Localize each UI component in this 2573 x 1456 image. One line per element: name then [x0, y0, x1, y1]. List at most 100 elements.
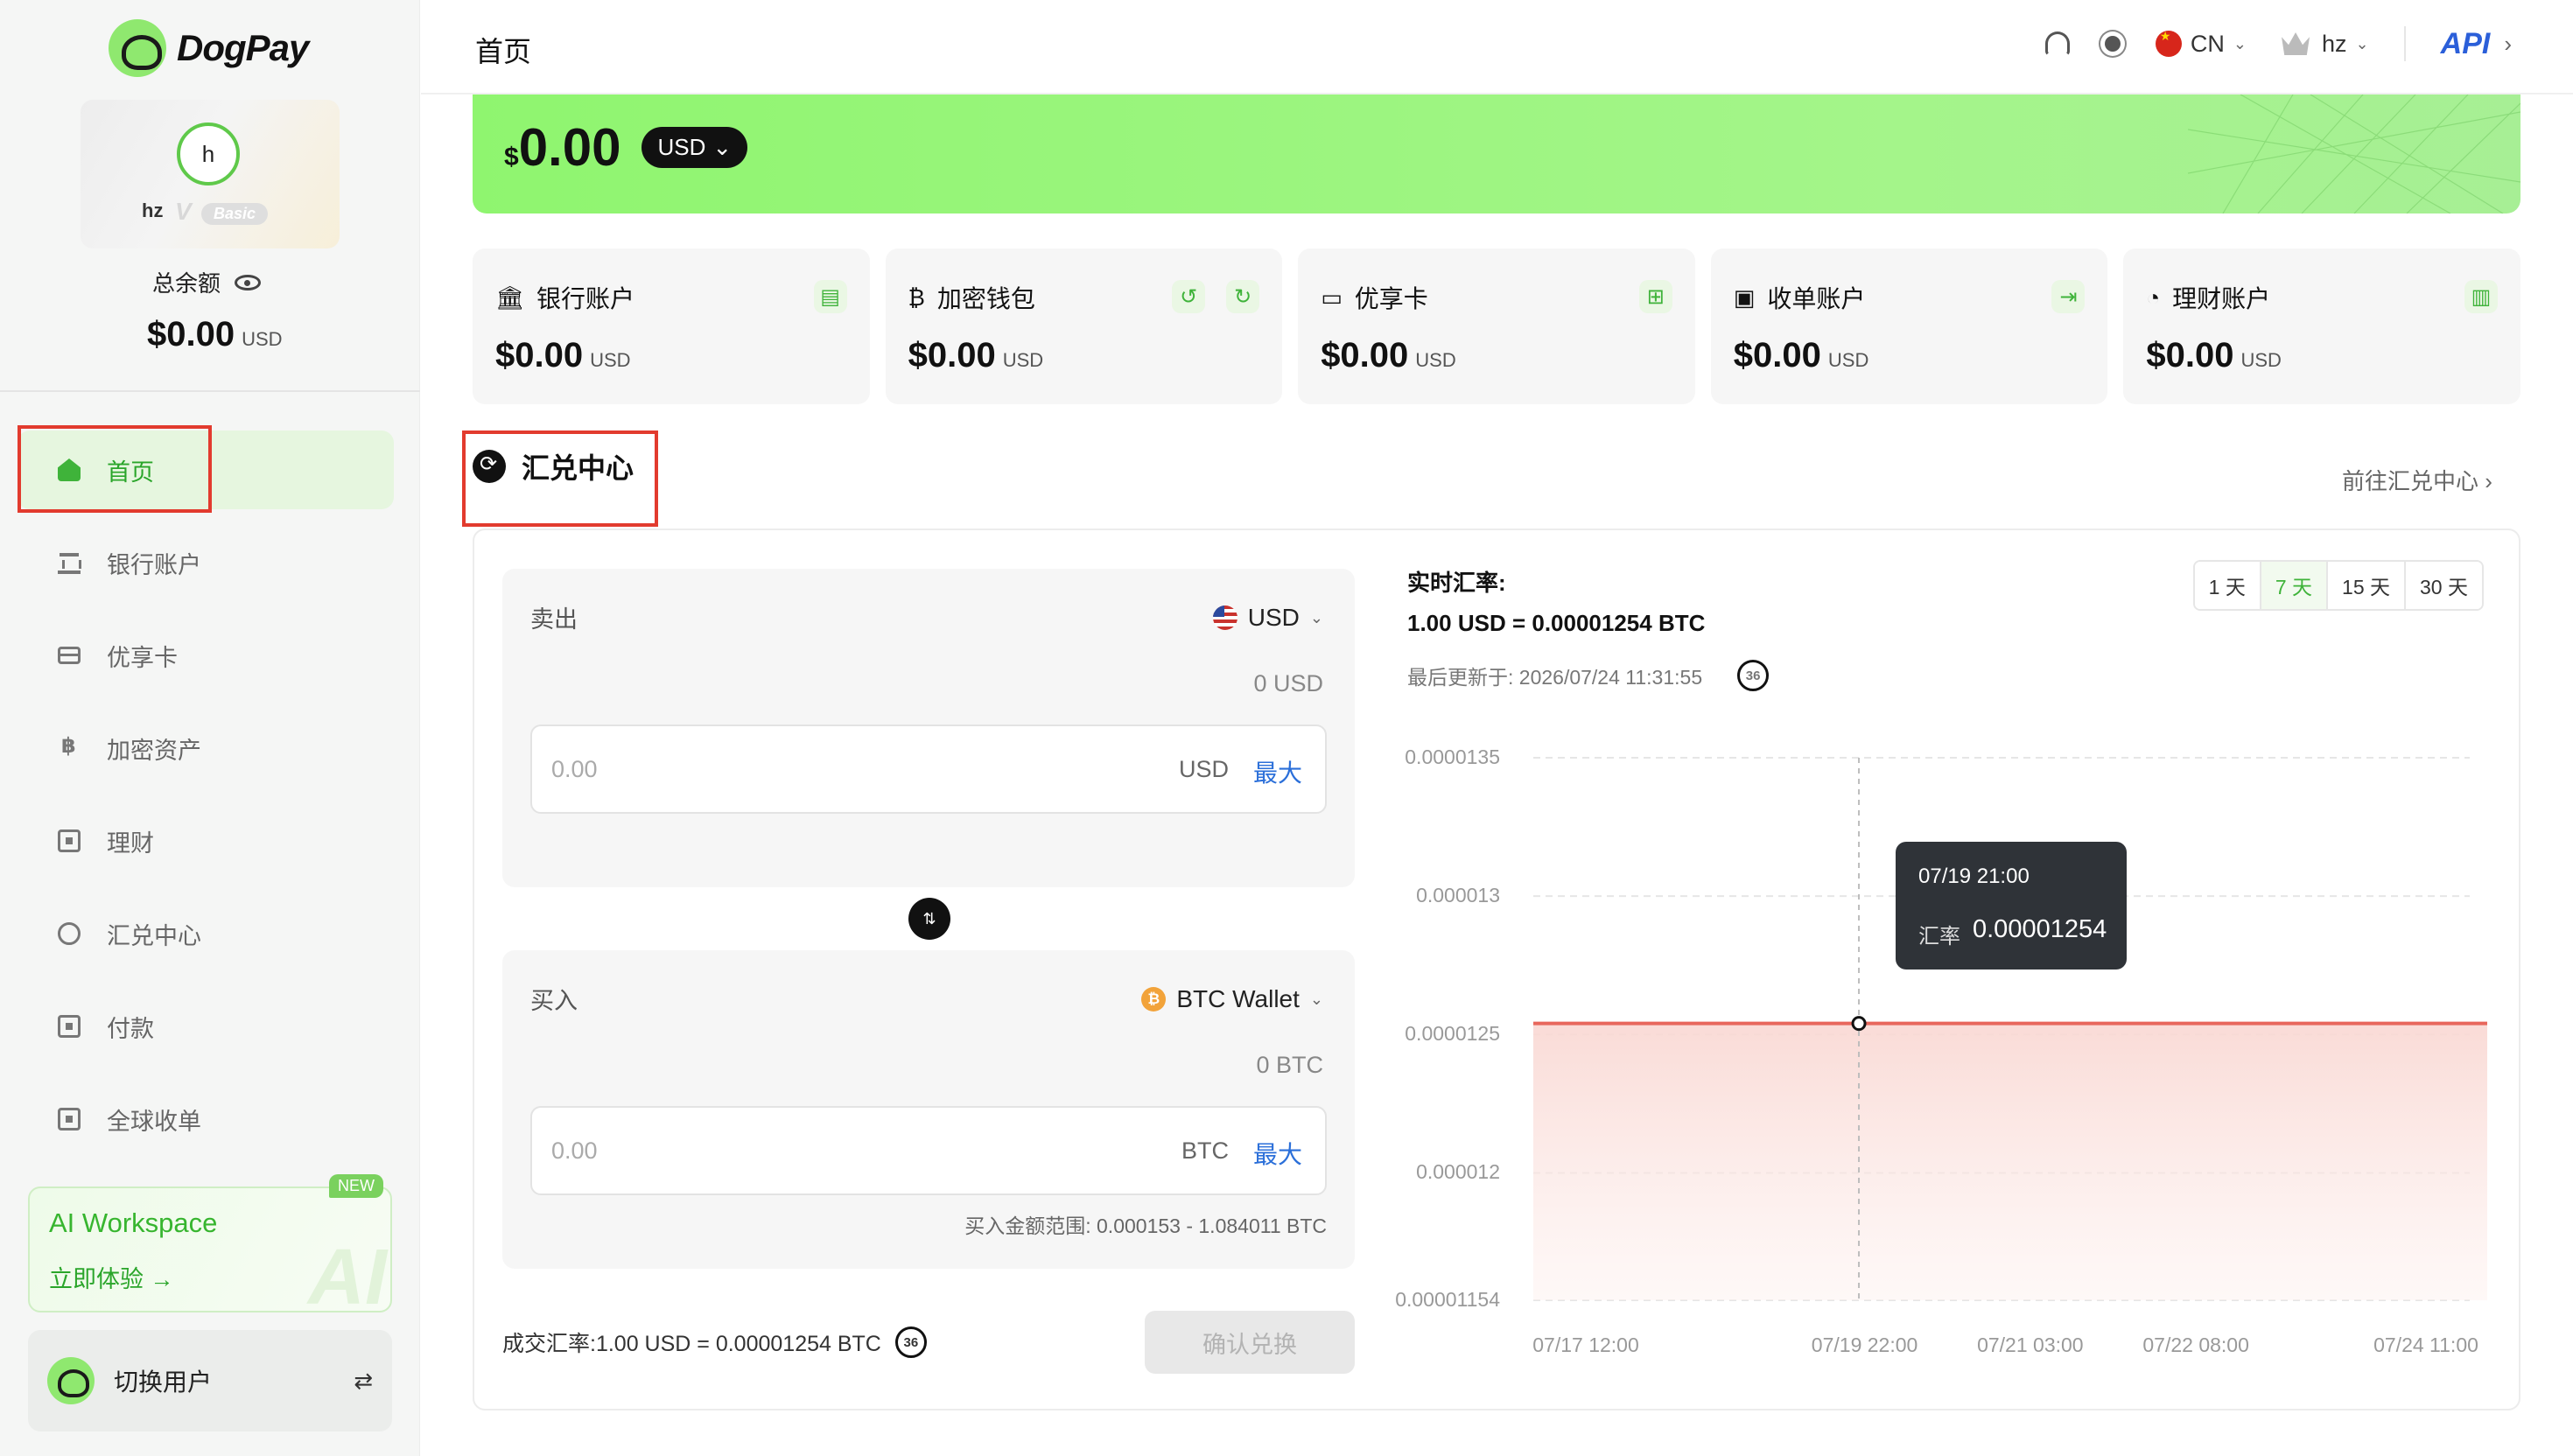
amount-value: $0.00 — [908, 336, 996, 374]
account-card-label: 优享卡 — [1354, 285, 1428, 312]
chart-icon[interactable]: ▥ — [2464, 280, 2498, 313]
account-card-amount: $0.00 USD — [495, 336, 631, 375]
acquiring-icon — [58, 1108, 81, 1130]
card-icon — [58, 647, 81, 664]
chevron-down-icon: ⌄ — [1309, 990, 1323, 1008]
eye-icon[interactable] — [235, 274, 262, 290]
sell-amount-input[interactable]: 0.00 USD 最大 — [530, 724, 1327, 814]
goto-exchange-link[interactable]: 前往汇兑中心 › — [2342, 464, 2492, 496]
x-tick-label: 07/24 11:00 — [2373, 1334, 2478, 1356]
x-tick-label: 07/19 22:00 — [1811, 1334, 1918, 1356]
buy-currency-selector[interactable]: ₿ BTC Wallet ⌄ — [1141, 985, 1323, 1013]
x-tick-label: 07/17 12:00 — [1532, 1334, 1639, 1356]
language-selector[interactable]: CN ⌄ — [2155, 29, 2247, 58]
buy-max-button[interactable]: 最大 — [1253, 1136, 1302, 1171]
chart-area — [1533, 1023, 2487, 1300]
sidebar-item-label: 汇兑中心 — [107, 922, 201, 949]
y-tick-label: 0.0000125 — [1405, 1022, 1500, 1046]
sidebar: DogPay h hz V Basic 总余额 $0.00 USD 首页 银行账… — [0, 0, 420, 1456]
ai-workspace-card[interactable]: AI Workspace 立即体验 → AI — [28, 1186, 392, 1312]
header-actions: CN ⌄ hz ⌄ API › — [2044, 26, 2512, 61]
sidebar-nav: 首页 银行账户 优享卡 加密资产 理财 汇兑中心 付款 全球收单 — [18, 430, 394, 1172]
deal-rate: 成交汇率:1.00 USD = 0.00001254 BTC 36 — [502, 1326, 927, 1358]
tab-1-day[interactable]: 1 天 — [2194, 562, 2261, 609]
sidebar-item-bank-account[interactable]: 银行账户 — [18, 523, 394, 602]
account-card-finance[interactable]: ◔ 理财账户 ▥ $0.00 USD — [2123, 248, 2520, 404]
sidebar-item-crypto[interactable]: 加密资产 — [18, 709, 394, 788]
rate-chart[interactable]: 0.0000135 0.000013 0.0000125 0.000012 0.0000… — [1395, 740, 2487, 1388]
logo[interactable]: DogPay — [109, 19, 309, 77]
switch-user-button[interactable]: 切换用户 ⇄ — [28, 1330, 392, 1432]
refresh-icon[interactable]: ↻ — [1226, 280, 1260, 313]
payment-icon — [58, 1015, 81, 1038]
sell-max-button[interactable]: 最大 — [1253, 754, 1302, 789]
total-balance-currency: USD — [242, 328, 283, 350]
sidebar-item-exchange[interactable]: 汇兑中心 — [18, 894, 394, 973]
total-balance-label: 总余额 — [152, 266, 262, 298]
bitcoin-icon — [58, 733, 81, 760]
hero-amount: $0.00 USD ⌄ — [504, 117, 748, 178]
sidebar-item-label: 理财 — [107, 830, 154, 857]
profile-card[interactable]: h hz V Basic — [81, 100, 340, 248]
brand-name: DogPay — [177, 27, 309, 68]
sidebar-item-payment[interactable]: 付款 — [18, 987, 394, 1066]
user-menu[interactable]: hz ⌄ — [2282, 31, 2369, 58]
currency-selector[interactable]: USD ⌄ — [641, 127, 748, 168]
transfer-in-icon[interactable]: ⇥ — [2051, 280, 2086, 313]
sidebar-divider — [0, 390, 420, 392]
sidebar-item-card[interactable]: 优享卡 — [18, 616, 394, 695]
highlight-home-nav — [18, 425, 212, 513]
tab-30-days[interactable]: 30 天 — [2406, 562, 2482, 609]
bank-icon — [58, 551, 81, 574]
account-cards: 🏛 银行账户 ▤ $0.00 USD ₿ 加密钱包 ↺ ↻ $0.00 USD … — [473, 248, 2520, 404]
tooltip-time: 07/19 21:00 — [1918, 864, 2030, 888]
account-card-crypto-wallet[interactable]: ₿ 加密钱包 ↺ ↻ $0.00 USD — [885, 248, 1283, 404]
swap-direction-button[interactable]: ⇅ — [908, 898, 950, 940]
sidebar-item-acquiring[interactable]: 全球收单 — [18, 1080, 394, 1158]
sell-amount-placeholder: 0.00 — [551, 756, 598, 782]
sell-amount-unit: USD — [1178, 756, 1229, 782]
tab-15-days[interactable]: 15 天 — [2328, 562, 2407, 609]
sell-available: 0 USD — [1253, 670, 1323, 696]
period-tabs: 1 天 7 天 15 天 30 天 — [2192, 560, 2484, 611]
last-update: 最后更新于: 2026/07/24 11:31:55 36 — [1407, 660, 1770, 691]
sidebar-item-finance[interactable]: 理财 — [18, 802, 394, 880]
history-icon[interactable]: ↺ — [1172, 280, 1206, 313]
hero-balance-banner: $0.00 USD ⌄ — [473, 94, 2520, 214]
total-balance-amount: $0.00 — [147, 315, 235, 354]
theme-toggle-icon[interactable] — [2104, 36, 2121, 52]
ai-workspace-cta[interactable]: 立即体验 → — [49, 1260, 174, 1294]
vip-level: V — [175, 198, 192, 225]
add-card-icon[interactable]: ⊞ — [1638, 280, 1672, 313]
buy-amount-input[interactable]: 0.00 BTC 最大 — [530, 1106, 1327, 1195]
avatar[interactable]: h — [177, 122, 240, 186]
exchange-panel: 卖出 USD ⌄ 0 USD 0.00 USD 最大 ⇅ 买入 ₿ BTC Wa… — [473, 528, 2520, 1410]
tooltip-label: 汇率 — [1918, 925, 1960, 948]
account-card-bank[interactable]: 🏛 银行账户 ▤ $0.00 USD — [473, 248, 870, 404]
account-card-acquiring[interactable]: ▣ 收单账户 ⇥ $0.00 USD — [1710, 248, 2108, 404]
countdown-timer-icon: 36 — [894, 1326, 927, 1358]
buy-label: 买入 — [530, 988, 578, 1014]
countdown-timer-icon: 36 — [1737, 660, 1770, 691]
tab-7-days[interactable]: 7 天 — [2261, 562, 2329, 609]
chart-tooltip: 07/19 21:00 汇率 0.00001254 — [1896, 842, 2127, 970]
account-card-label: 理财账户 — [2172, 285, 2271, 312]
sell-currency-selector[interactable]: USD ⌄ — [1212, 604, 1323, 632]
headset-icon[interactable] — [2044, 32, 2070, 56]
api-link[interactable]: API › — [2441, 27, 2512, 61]
dogpay-avatar-icon — [47, 1357, 95, 1404]
account-card-label: 加密钱包 — [936, 285, 1035, 312]
buy-amount-range: 买入金额范围: 0.000153 - 1.084011 BTC — [964, 1214, 1327, 1237]
account-card-amount: $0.00 USD — [908, 336, 1044, 375]
buy-amount-placeholder: 0.00 — [551, 1138, 598, 1164]
crown-icon — [2282, 32, 2310, 55]
finance-icon: ◔ — [2146, 284, 2161, 311]
ai-workspace-title: AI Workspace — [49, 1208, 218, 1238]
account-card-card[interactable]: ▭ 优享卡 ⊞ $0.00 USD — [1298, 248, 1695, 404]
confirm-exchange-button[interactable]: 确认兑换 — [1145, 1311, 1355, 1374]
account-card-title: ◔ 理财账户 — [2146, 280, 2270, 315]
sidebar-item-label: 银行账户 — [107, 551, 201, 578]
amount-value: $0.00 — [1321, 336, 1409, 374]
buy-available: 0 BTC — [1256, 1052, 1323, 1078]
bank-action-icon[interactable]: ▤ — [813, 280, 847, 313]
